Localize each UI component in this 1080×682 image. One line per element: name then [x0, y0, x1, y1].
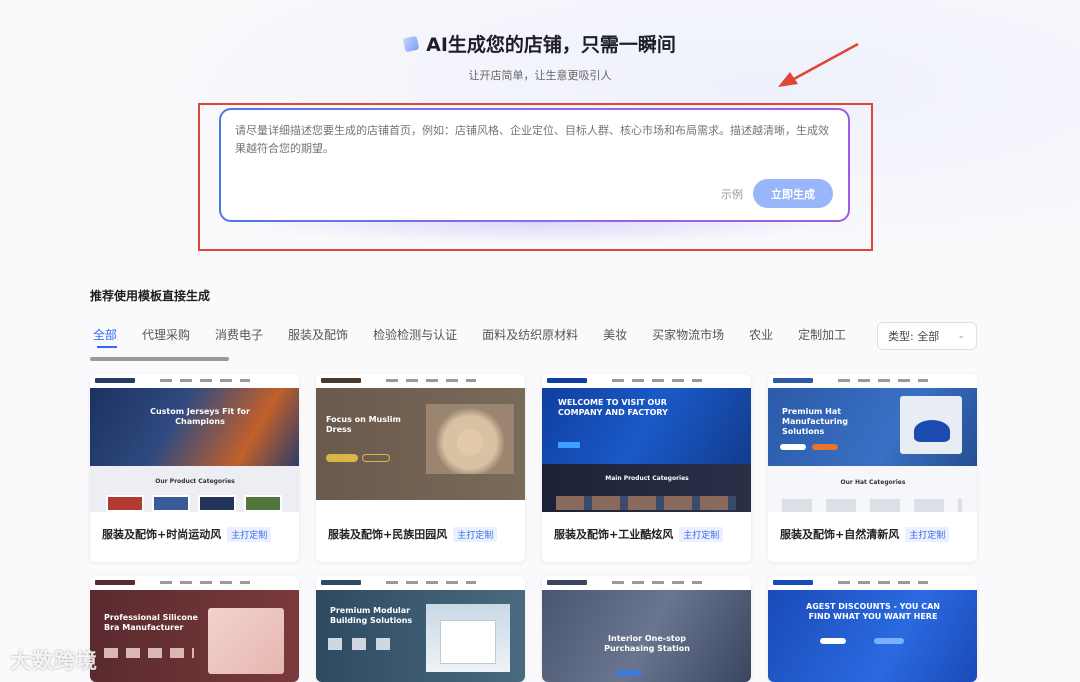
thumb-hero-text: AGEST DISCOUNTS - YOU CAN FIND WHAT YOU … — [806, 602, 940, 621]
template-thumbnail: Premium Modular Building Solutions — [316, 576, 525, 682]
template-card[interactable]: Professional Silicone Bra Manufacturer — [90, 576, 299, 682]
template-card[interactable]: WELCOME TO VISIT OUR COMPANY AND FACTORY… — [542, 374, 751, 562]
template-thumbnail: WELCOME TO VISIT OUR COMPANY AND FACTORY… — [542, 374, 751, 512]
template-card[interactable]: Interior One-stop Purchasing Station — [542, 576, 751, 682]
card-caption: 服装及配饰+民族田园风 主打定制 — [328, 526, 498, 542]
tab-consumer-electronics[interactable]: 消费电子 — [215, 326, 263, 343]
page-title: AI生成您的店铺，只需一瞬间 — [0, 30, 1080, 57]
type-select[interactable]: 类型: 全部 ⌄ — [877, 322, 977, 350]
annotation-highlight-frame — [198, 103, 873, 251]
category-tabs: 全部 代理采购 消费电子 服装及配饰 检验检测与认证 面料及纺织原材料 美妆 买… — [93, 326, 878, 343]
thumb-nav — [90, 576, 299, 590]
template-thumbnail: Focus on Muslim Dress — [316, 374, 525, 512]
tab-apparel[interactable]: 服装及配饰 — [288, 326, 348, 343]
thumb-sub-text: Our Hat Categories — [840, 479, 906, 486]
card-tag: 主打定制 — [453, 526, 498, 542]
annotation-arrow-icon — [778, 42, 859, 87]
chevron-down-icon: ⌄ — [957, 331, 965, 341]
thumb-hero-text: Premium Hat Manufacturing Solutions — [782, 407, 848, 436]
template-card[interactable]: Premium Hat Manufacturing Solutions Our … — [768, 374, 977, 562]
tab-logistics[interactable]: 买家物流市场 — [652, 326, 724, 343]
card-tag: 主打定制 — [227, 526, 272, 542]
thumb-nav — [316, 374, 525, 388]
card-caption: 服装及配饰+时尚运动风 主打定制 — [102, 526, 272, 542]
card-title: 服装及配饰+民族田园风 — [328, 528, 448, 541]
template-thumbnail: Interior One-stop Purchasing Station — [542, 576, 751, 682]
tabs-scrollbar[interactable] — [90, 357, 229, 361]
template-thumbnail: AGEST DISCOUNTS - YOU CAN FIND WHAT YOU … — [768, 576, 977, 682]
thumb-sub-text: Our Product Categories — [155, 478, 235, 485]
thumb-nav — [768, 374, 977, 388]
page-title-text: AI生成您的店铺，只需一瞬间 — [426, 34, 676, 56]
card-tag: 主打定制 — [679, 526, 724, 542]
thumb-hero-text: Premium Modular Building Solutions — [330, 606, 413, 625]
card-title: 服装及配饰+工业酷炫风 — [554, 528, 674, 541]
thumb-hero-text: Interior One-stop Purchasing Station — [604, 634, 690, 653]
thumb-hero-text: Professional Silicone Bra Manufacturer — [104, 613, 198, 632]
page-subtitle: 让开店简单，让生意更吸引人 — [468, 69, 612, 82]
thumb-nav — [90, 374, 299, 388]
thumb-sub-text: Main Product Categories — [605, 475, 689, 482]
section-title: 推荐使用模板直接生成 — [90, 289, 211, 303]
template-card[interactable]: Premium Modular Building Solutions — [316, 576, 525, 682]
type-select-value: 类型: 全部 — [888, 330, 940, 343]
thumb-hero-text: Focus on Muslim Dress — [326, 415, 401, 434]
tab-agent-purchasing[interactable]: 代理采购 — [142, 326, 190, 343]
template-thumbnail: Custom Jerseys Fit for Champions Our Pro… — [90, 374, 299, 512]
thumb-nav — [542, 374, 751, 388]
card-title: 服装及配饰+自然清新风 — [780, 528, 900, 541]
tab-custom-processing[interactable]: 定制加工 — [798, 326, 846, 343]
thumb-hero-text: Custom Jerseys Fit for Champions — [150, 407, 250, 426]
card-caption: 服装及配饰+自然清新风 主打定制 — [780, 526, 950, 542]
tab-all[interactable]: 全部 — [93, 326, 117, 343]
tab-beauty[interactable]: 美妆 — [603, 326, 627, 343]
tab-textiles[interactable]: 面料及纺织原材料 — [482, 326, 578, 343]
card-tag: 主打定制 — [905, 526, 950, 542]
thumb-nav — [768, 576, 977, 590]
tab-agriculture[interactable]: 农业 — [749, 326, 773, 343]
template-thumbnail: Professional Silicone Bra Manufacturer — [90, 576, 299, 682]
template-card[interactable]: Custom Jerseys Fit for Champions Our Pro… — [90, 374, 299, 562]
ai-sparkle-icon — [402, 35, 420, 52]
card-caption: 服装及配饰+工业酷炫风 主打定制 — [554, 526, 724, 542]
thumb-nav — [316, 576, 525, 590]
tab-inspection[interactable]: 检验检测与认证 — [373, 326, 457, 343]
thumb-hero-text: WELCOME TO VISIT OUR COMPANY AND FACTORY — [558, 398, 668, 417]
card-title: 服装及配饰+时尚运动风 — [102, 528, 222, 541]
template-thumbnail: Premium Hat Manufacturing Solutions Our … — [768, 374, 977, 512]
watermark: 大数跨境 — [10, 649, 98, 673]
active-tab-indicator — [97, 346, 117, 348]
thumb-nav — [542, 576, 751, 590]
template-card[interactable]: Focus on Muslim Dress 服装及配饰+民族田园风 主打定制 — [316, 374, 525, 562]
template-card[interactable]: AGEST DISCOUNTS - YOU CAN FIND WHAT YOU … — [768, 576, 977, 682]
